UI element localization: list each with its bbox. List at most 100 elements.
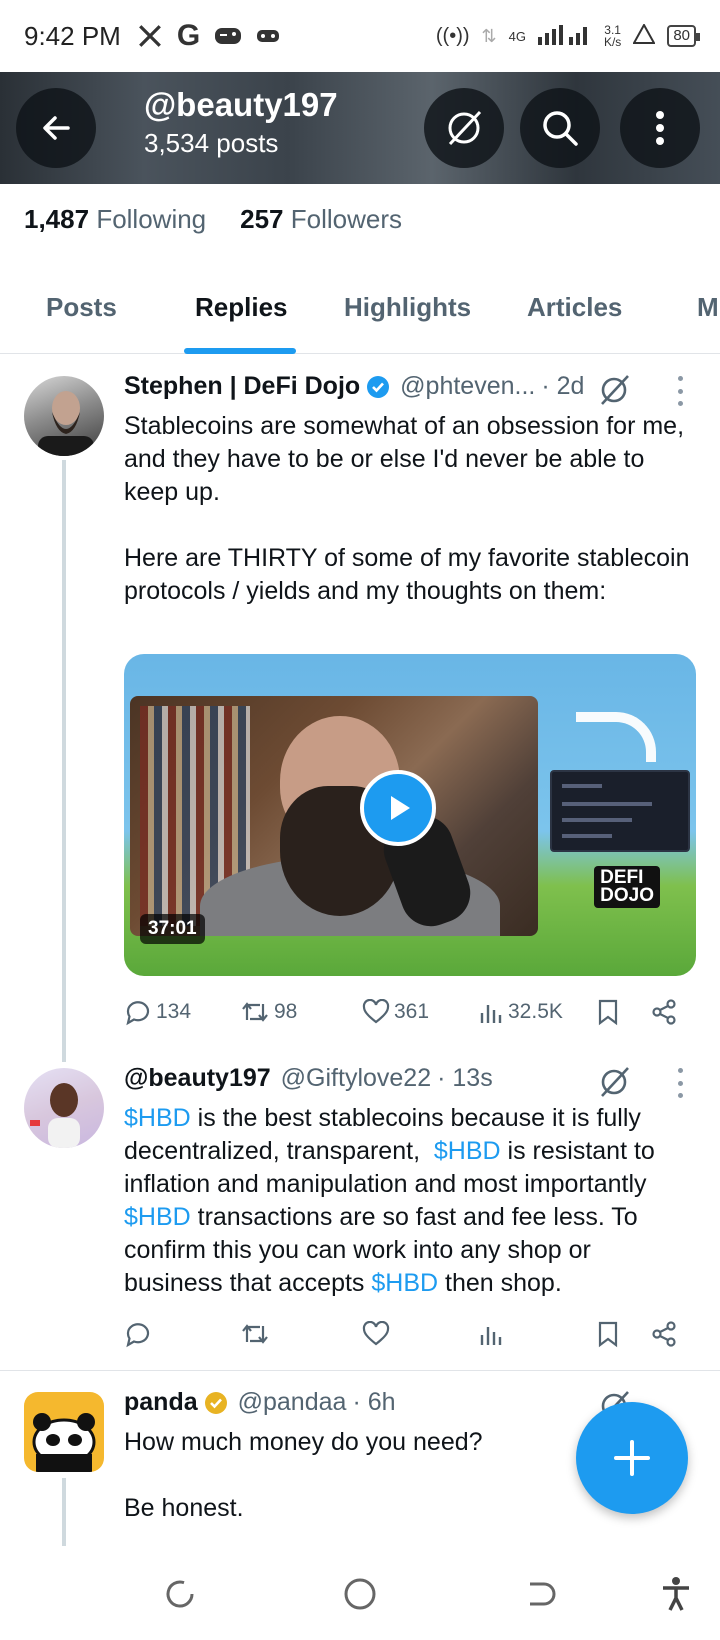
tweet-header: panda @pandaa · 6h [124, 1388, 396, 1417]
home-circle-icon [344, 1578, 376, 1610]
avatar[interactable] [24, 1392, 104, 1472]
bookmark-button[interactable] [596, 998, 620, 1026]
grok-icon[interactable] [596, 1064, 632, 1100]
status-bar: 9:42 PM G ((•)) ⇅ 4G 3.1 K/s 80 [0, 0, 720, 72]
x-logo-icon [137, 23, 163, 49]
grok-icon[interactable] [596, 372, 632, 408]
tab-articles[interactable]: Articles [527, 292, 622, 323]
following-count: 1,487 [24, 204, 90, 234]
reply-icon [126, 1001, 150, 1026]
tweet-more-icon[interactable] [675, 376, 685, 406]
following-link[interactable]: 1,487 Following [24, 204, 206, 235]
thread-line [62, 1478, 66, 1546]
reply-count: 134 [156, 1000, 192, 1023]
views-chart-icon [480, 1005, 502, 1023]
header-post-count: 3,534 posts [144, 128, 279, 158]
reply-button[interactable] [124, 1320, 152, 1348]
cashtag-link[interactable]: $HBD [124, 1104, 191, 1132]
home-button[interactable] [336, 1570, 384, 1618]
play-icon [391, 796, 410, 820]
followers-label: Followers [290, 204, 403, 234]
verified-gold-badge-icon [204, 1391, 227, 1414]
accessibility-icon [663, 1577, 689, 1611]
author-handle[interactable]: @pandaa [238, 1388, 347, 1417]
tab-replies[interactable]: Replies [195, 292, 288, 323]
following-label: Following [96, 204, 207, 234]
share-icon [652, 999, 676, 1025]
search-button[interactable] [520, 88, 600, 168]
avatar[interactable] [24, 376, 104, 456]
compose-button[interactable] [576, 1402, 688, 1514]
video-duration: 37:01 [140, 914, 205, 944]
warning-icon [632, 22, 657, 49]
bookmark-icon [598, 999, 618, 1026]
repost-count: 98 [274, 1000, 298, 1023]
tweet-header: Stephen | DeFi Dojo @phteven... · 2d [124, 372, 584, 401]
followers-link[interactable]: 257 Followers [240, 204, 402, 235]
net-speed: 3.1 K/s [603, 23, 622, 49]
arrow-decoration [576, 712, 656, 762]
recent-apps-button[interactable] [156, 1570, 204, 1618]
share-button[interactable] [650, 1320, 678, 1348]
reply-icon [126, 1323, 150, 1348]
grok-icon [448, 110, 482, 146]
search-icon [543, 111, 578, 146]
like-button[interactable]: 361 [362, 999, 429, 1025]
gamepad-icon [256, 27, 280, 45]
cashtag-link[interactable]: $HBD [434, 1137, 501, 1165]
hotspot-icon: ((•)) [435, 24, 470, 47]
cashtag-link[interactable]: $HBD [124, 1203, 191, 1231]
views-chart-icon [480, 1327, 502, 1345]
tweet-time: · 2d [541, 372, 585, 400]
status-time: 9:42 PM [24, 20, 121, 51]
tweet-text: Stablecoins are somewhat of an obsession… [124, 412, 690, 605]
repost-icon [242, 1324, 268, 1344]
header-title: @beauty197 3,534 posts [144, 86, 338, 159]
back-nav-icon [530, 1582, 556, 1606]
repost-button[interactable]: 98 [240, 998, 297, 1026]
tweet-text: $HBD is the best stablecoins because it … [124, 1102, 696, 1300]
signal-icon [537, 23, 592, 50]
recent-apps-icon [166, 1580, 194, 1608]
views-button[interactable] [478, 1321, 504, 1347]
defi-dojo-logo: DEFI DOJO [594, 866, 660, 908]
tweet-time: · 6h [352, 1388, 396, 1416]
tab-highlights[interactable]: Highlights [344, 292, 471, 323]
tweet-actions [124, 1316, 684, 1352]
author-name[interactable]: panda [124, 1388, 198, 1417]
vertical-dots-icon [656, 111, 664, 145]
tab-posts[interactable]: Posts [46, 292, 117, 323]
tweet-more-icon[interactable] [675, 1068, 685, 1098]
author-name[interactable]: @beauty197 [124, 1064, 271, 1093]
bookmark-button[interactable] [596, 1320, 620, 1348]
like-button[interactable] [362, 1321, 390, 1347]
accessibility-button[interactable] [652, 1570, 700, 1618]
share-button[interactable] [650, 998, 678, 1026]
grok-button[interactable] [424, 88, 504, 168]
back-arrow-icon [43, 116, 70, 140]
tweet-text-segment: then shop. [438, 1269, 562, 1297]
views-button[interactable]: 32.5K [478, 999, 563, 1025]
verified-badge-icon [367, 375, 390, 398]
cashtag-link[interactable]: $HBD [371, 1269, 438, 1297]
repost-button[interactable] [240, 1320, 270, 1348]
tab-more[interactable]: M [697, 292, 719, 323]
play-button[interactable] [360, 770, 436, 846]
author-handle[interactable]: @Giftylove22 [281, 1064, 431, 1093]
video-media[interactable]: DEFI DOJO 37:01 [124, 654, 696, 976]
like-count: 361 [394, 1000, 430, 1023]
view-count: 32.5K [508, 1000, 563, 1023]
reply-button[interactable]: 134 [124, 998, 191, 1026]
author-handle[interactable]: @phteven... [400, 372, 535, 401]
battery-icon: 80 [667, 25, 700, 47]
repost-icon [242, 1002, 268, 1022]
profile-tabs: Posts Replies Highlights Articles M [0, 268, 720, 354]
tweet-actions: 134 98 361 32.5K [124, 994, 684, 1030]
more-options-button[interactable] [620, 88, 700, 168]
avatar[interactable] [24, 1068, 104, 1148]
screen-thumbnail [550, 770, 690, 852]
back-button[interactable] [16, 88, 96, 168]
author-name[interactable]: Stephen | DeFi Dojo [124, 372, 360, 401]
followers-count: 257 [240, 204, 284, 234]
back-nav-button[interactable] [516, 1570, 564, 1618]
